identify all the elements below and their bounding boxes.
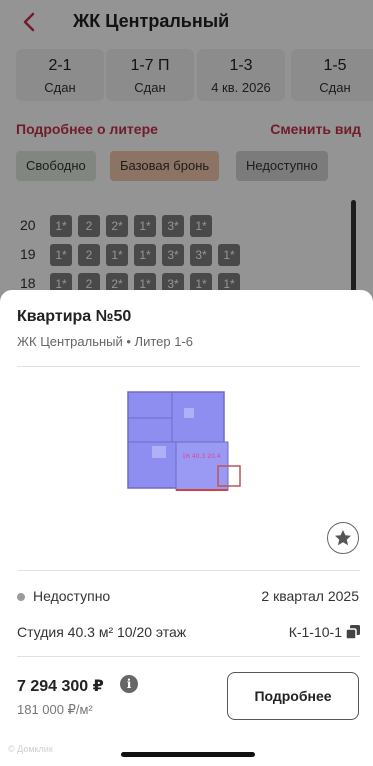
apartment-details: Студия 40.3 м² 10/20 этаж [17,624,187,640]
divider [17,570,360,571]
watermark: © Домклик [8,744,53,754]
delivery-deadline: 2 квартал 2025 [261,588,359,604]
apartment-price: 7 294 300 ₽ [17,678,104,695]
divider [17,366,360,367]
apartment-code: К-1-10-1 [288,624,342,640]
more-details-button[interactable]: Подробнее [227,672,359,720]
apartment-bottom-sheet: Квартира №50 ЖК Центральный • Литер 1-6 … [0,290,373,766]
home-indicator[interactable] [121,752,255,757]
plan-label: 1К 40.3 20.4 [182,453,221,460]
star-icon [335,530,351,546]
info-icon[interactable]: i [120,675,138,693]
divider [17,656,360,657]
apartment-status: Недоступно [33,588,111,604]
price-per-m2: 181 000 ₽/м² [17,702,93,717]
status-dot-icon [17,593,25,601]
details-row: Студия 40.3 м² 10/20 этаж К-1-10-1 [17,624,360,644]
floor-plan-image[interactable]: 1К 40.3 20.4 [122,386,246,498]
favorite-button[interactable] [327,522,359,554]
status-row: Недоступно 2 квартал 2025 [17,588,360,608]
apartment-subtitle: ЖК Центральный • Литер 1-6 [17,334,194,349]
copy-icon[interactable] [346,625,360,639]
apartment-title: Квартира №50 [17,308,132,325]
